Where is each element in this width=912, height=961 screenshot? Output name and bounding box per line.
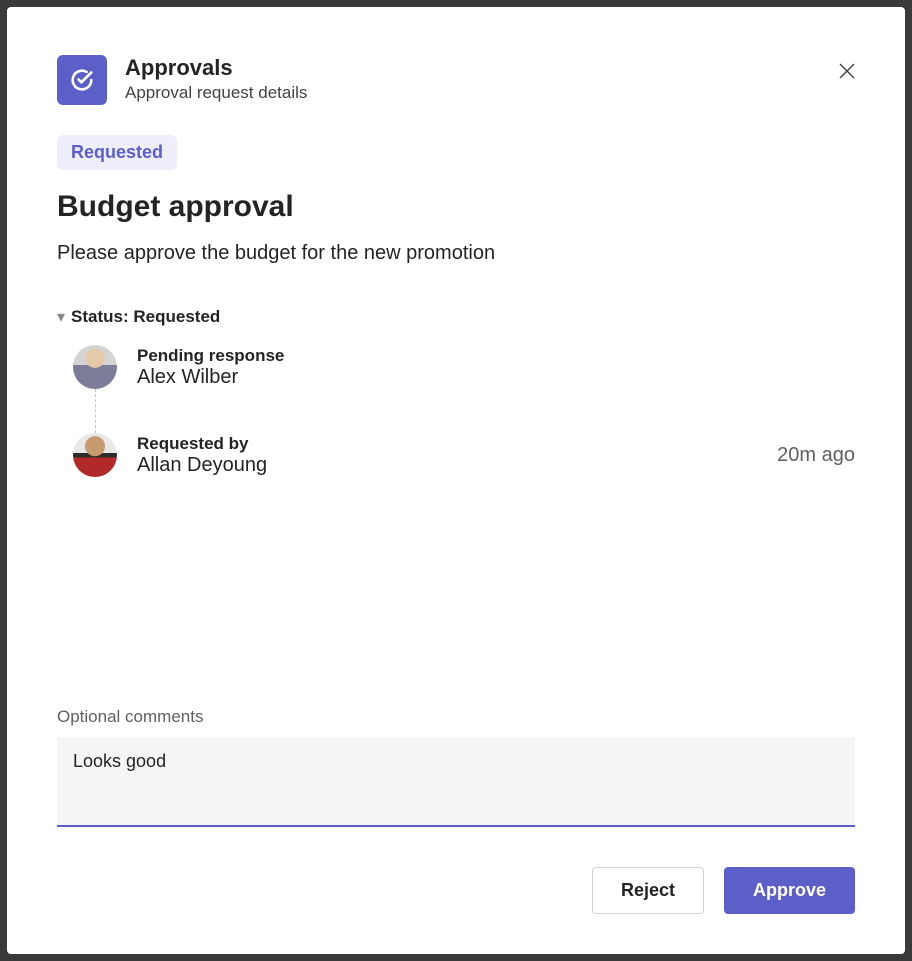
- requester-row: Requested by Allan Deyoung 20m ago: [73, 433, 855, 477]
- person-text: Pending response Alex Wilber: [137, 346, 284, 389]
- avatar: [73, 345, 117, 389]
- approve-button[interactable]: Approve: [724, 867, 855, 914]
- close-icon: [838, 62, 856, 80]
- app-subtitle: Approval request details: [125, 83, 307, 103]
- timestamp: 20m ago: [777, 444, 855, 467]
- header-text: Approvals Approval request details: [125, 55, 307, 103]
- people-list: Pending response Alex Wilber Requested b…: [57, 345, 855, 477]
- approvals-app-icon: [57, 55, 107, 105]
- person-text: Requested by Allan Deyoung: [137, 434, 267, 477]
- approver-row: Pending response Alex Wilber: [73, 345, 855, 433]
- status-badge: Requested: [57, 135, 177, 170]
- chevron-down-icon: ▾: [57, 307, 65, 327]
- status-section: ▾ Status: Requested Pending response Ale…: [57, 307, 855, 477]
- app-title: Approvals: [125, 55, 307, 81]
- request-description: Please approve the budget for the new pr…: [57, 242, 855, 265]
- checkmark-circle-icon: [68, 66, 96, 94]
- approval-dialog: Approvals Approval request details Reque…: [7, 7, 905, 954]
- comments-input[interactable]: [57, 737, 855, 827]
- action-bar: Reject Approve: [57, 867, 855, 914]
- spacer: [57, 487, 855, 707]
- person-status-label: Pending response: [137, 346, 284, 366]
- reject-button[interactable]: Reject: [592, 867, 704, 914]
- status-label: Status: Requested: [71, 307, 220, 327]
- person-status-label: Requested by: [137, 434, 267, 454]
- person-name: Allan Deyoung: [137, 454, 267, 477]
- comments-label: Optional comments: [57, 707, 855, 727]
- avatar: [73, 433, 117, 477]
- person-name: Alex Wilber: [137, 366, 284, 389]
- request-title: Budget approval: [57, 190, 855, 224]
- status-toggle[interactable]: ▾ Status: Requested: [57, 307, 855, 327]
- close-button[interactable]: [831, 55, 863, 87]
- dialog-header: Approvals Approval request details: [57, 55, 855, 105]
